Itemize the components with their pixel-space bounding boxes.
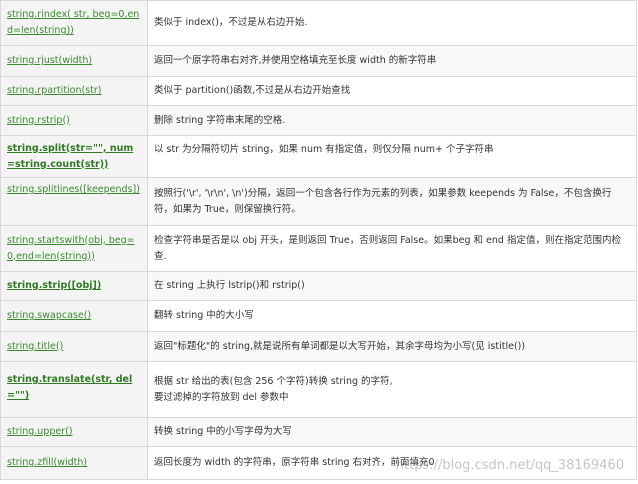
description-cell: 转换 string 中的小写字母为大写 — [147, 417, 637, 447]
method-cell: string.startswith(obj, beg=0,end=len(str… — [0, 225, 148, 272]
description-cell: 返回长度为 width 的字符串，原字符串 string 右对齐，前面填充0 — [147, 446, 637, 480]
method-link-upper[interactable]: string.upper() — [7, 426, 73, 437]
method-link-translate[interactable]: string.translate(str, del="") — [7, 374, 132, 401]
method-cell: string.strip([obj]) — [0, 271, 148, 301]
method-description: 返回一个原字符串右对齐,并使用空格填充至长度 width 的新字符串 — [154, 55, 437, 66]
method-description: 返回"标题化"的 string,就是说所有单词都是以大写开始，其余字母均为小写(… — [154, 340, 526, 352]
method-link-rpartition[interactable]: string.rpartition(str) — [7, 85, 102, 96]
method-cell: string.rjust(width) — [0, 45, 148, 77]
table-row: string.upper() 转换 string 中的小写字母为大写 — [0, 417, 637, 447]
method-link-rindex[interactable]: string.rindex( str, beg=0,end=len(string… — [7, 9, 139, 36]
table-row: string.splitlines([keepends]) 按照行('\r', … — [0, 177, 637, 226]
table-row: string.swapcase() 翻转 string 中的大小写 — [0, 300, 637, 332]
table-row: string.title() 返回"标题化"的 string,就是说所有单词都是… — [0, 331, 637, 362]
method-description: 转换 string 中的小写字母为大写 — [154, 426, 292, 437]
method-link-title[interactable]: string.title() — [7, 341, 63, 352]
method-cell: string.rpartition(str) — [0, 76, 148, 106]
description-cell: 删除 string 字符串末尾的空格. — [147, 105, 637, 136]
table-row: string.split(str="", num=string.count(st… — [0, 135, 637, 178]
method-cell: string.swapcase() — [0, 300, 148, 332]
description-cell: 返回一个原字符串右对齐,并使用空格填充至长度 width 的新字符串 — [147, 45, 637, 77]
table-row: string.zfill(width) 返回长度为 width 的字符串，原字符… — [0, 446, 637, 480]
method-description: 返回长度为 width 的字符串，原字符串 string 右对齐，前面填充0 — [154, 457, 435, 468]
method-link-rstrip[interactable]: string.rstrip() — [7, 115, 70, 126]
description-cell: 在 string 上执行 lstrip()和 rstrip() — [147, 271, 637, 301]
description-cell: 返回"标题化"的 string,就是说所有单词都是以大写开始，其余字母均为小写(… — [147, 331, 637, 362]
method-link-splitlines[interactable]: string.splitlines([keepends]) — [7, 184, 140, 195]
table-row: string.rjust(width) 返回一个原字符串右对齐,并使用空格填充至… — [0, 45, 637, 77]
method-description: 类似于 index()，不过是从右边开始. — [154, 17, 308, 28]
description-cell: 以 str 为分隔符切片 string，如果 num 有指定值，则仅分隔 num… — [147, 135, 637, 178]
table-row: string.strip([obj]) 在 string 上执行 lstrip(… — [0, 271, 637, 301]
method-cell: string.zfill(width) — [0, 446, 148, 480]
method-link-startswith[interactable]: string.startswith(obj, beg=0,end=len(str… — [7, 235, 135, 262]
method-description: 类似于 partition()函数,不过是从右边开始查找 — [154, 85, 351, 96]
method-description: 检查字符串是否是以 obj 开头，是则返回 True，否则返回 False。如果… — [154, 234, 621, 262]
method-description: 根据 str 给出的表(包含 256 个字符)转换 string 的字符, 要过… — [154, 375, 393, 403]
description-cell: 类似于 index()，不过是从右边开始. — [147, 0, 637, 46]
description-cell: 根据 str 给出的表(包含 256 个字符)转换 string 的字符, 要过… — [147, 361, 637, 418]
method-description: 在 string 上执行 lstrip()和 rstrip() — [154, 280, 305, 291]
string-methods-table: string.rindex( str, beg=0,end=len(string… — [0, 0, 637, 480]
method-description: 按照行('\r', '\r\n', \n')分隔，返回一个包含各行作为元素的列表… — [154, 187, 612, 215]
method-cell: string.splitlines([keepends]) — [0, 177, 148, 226]
method-cell: string.rindex( str, beg=0,end=len(string… — [0, 0, 148, 46]
method-link-split[interactable]: string.split(str="", num=string.count(st… — [7, 143, 133, 170]
method-cell: string.rstrip() — [0, 105, 148, 136]
table-row: string.rpartition(str) 类似于 partition()函数… — [0, 76, 637, 106]
method-cell: string.upper() — [0, 417, 148, 447]
method-description: 以 str 为分隔符切片 string，如果 num 有指定值，则仅分隔 num… — [154, 144, 494, 155]
table-row: string.startswith(obj, beg=0,end=len(str… — [0, 225, 637, 272]
method-link-zfill[interactable]: string.zfill(width) — [7, 457, 87, 468]
table-row: string.rindex( str, beg=0,end=len(string… — [0, 0, 637, 46]
method-description: 删除 string 字符串末尾的空格. — [154, 114, 286, 126]
description-cell: 检查字符串是否是以 obj 开头，是则返回 True，否则返回 False。如果… — [147, 225, 637, 272]
method-link-strip[interactable]: string.strip([obj]) — [7, 280, 101, 291]
description-cell: 翻转 string 中的大小写 — [147, 300, 637, 332]
method-cell: string.split(str="", num=string.count(st… — [0, 135, 148, 178]
description-cell: 类似于 partition()函数,不过是从右边开始查找 — [147, 76, 637, 106]
method-link-swapcase[interactable]: string.swapcase() — [7, 310, 91, 321]
method-description: 翻转 string 中的大小写 — [154, 310, 254, 321]
table-row: string.translate(str, del="") 根据 str 给出的… — [0, 361, 637, 418]
description-cell: 按照行('\r', '\r\n', \n')分隔，返回一个包含各行作为元素的列表… — [147, 177, 637, 226]
table-row: string.rstrip() 删除 string 字符串末尾的空格. — [0, 105, 637, 136]
method-cell: string.translate(str, del="") — [0, 361, 148, 418]
method-link-rjust[interactable]: string.rjust(width) — [7, 55, 92, 66]
method-cell: string.title() — [0, 331, 148, 362]
